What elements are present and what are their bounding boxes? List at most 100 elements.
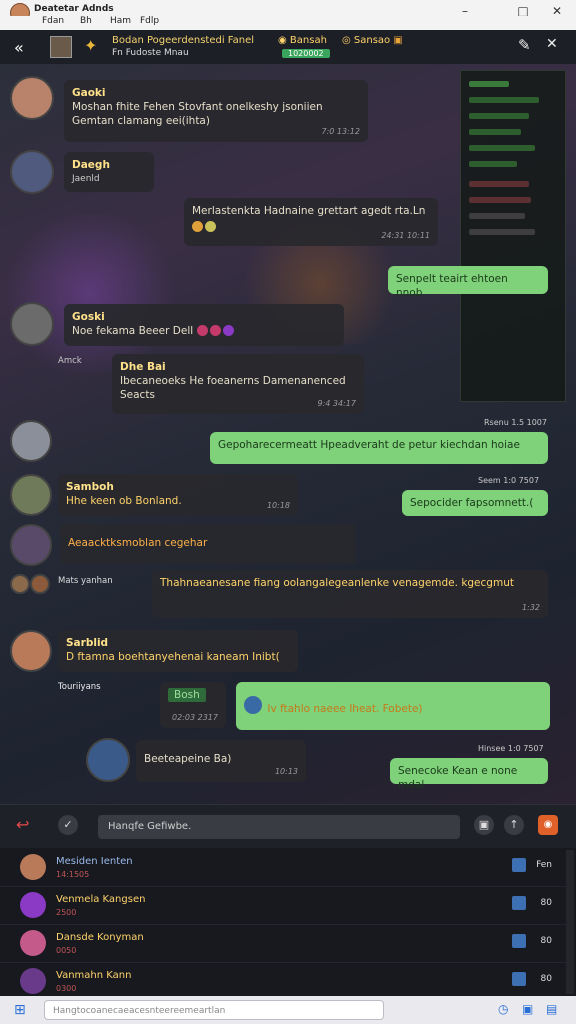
chat-messages[interactable]: Gaoki Moshan fhite Fehen Stovfant onelke… <box>0 64 576 804</box>
chat-icon[interactable]: ▣ <box>522 1002 533 1016</box>
avatar[interactable] <box>10 524 52 566</box>
sender-name: Sarblid <box>66 637 109 649</box>
conversation-count: Fen <box>536 860 552 870</box>
windows-icon[interactable]: ⊞ <box>14 1002 26 1018</box>
avatar[interactable] <box>10 302 54 346</box>
message-text-content: Noe fekama Beeer Dell <box>72 325 194 337</box>
conversation-count: 80 <box>540 974 552 984</box>
menu-item-help[interactable]: Fdlp <box>140 16 159 26</box>
sender-name: Dhe Bai <box>120 361 166 373</box>
panel-row <box>469 213 525 219</box>
chat-icon[interactable] <box>512 972 526 986</box>
message-text: Sepocider fapsomnett.( <box>410 497 534 509</box>
sender-name: Touriiyans <box>58 682 101 692</box>
sender-name: Goski <box>72 311 105 323</box>
chat-toolbar: « ✦ Bodan Pogeerdenstedi Fanel Fn Fudost… <box>0 30 576 65</box>
message-bubble[interactable]: Aeaacktksmoblan cegehar <box>60 524 356 564</box>
avatar[interactable] <box>10 574 30 594</box>
message-bubble[interactable]: Daegh Jaenld <box>64 152 154 192</box>
message-bubble[interactable]: Senecoke Kean e none mdal <box>390 758 548 791</box>
message-bubble[interactable]: Iv ftahlo naeee Iheat. Fobete) <box>236 682 550 730</box>
message-bubble[interactable]: Sarblid D ftamna boehtanyehenai kaneam I… <box>58 630 298 672</box>
settings-label-text: Sansao <box>353 35 391 46</box>
menu-item-file[interactable]: Fdan <box>42 16 64 26</box>
game-side-panel <box>460 70 566 402</box>
attach-icon[interactable]: ↩ <box>16 815 29 834</box>
menu-item-view[interactable]: Ham <box>110 16 131 26</box>
avatar <box>20 854 46 880</box>
message-time: 9:4 34:17 <box>317 399 356 408</box>
panel-row <box>469 181 529 187</box>
chat-icon[interactable] <box>512 896 526 910</box>
taskbar-search[interactable]: Hangtocoanecaeacesnteereemeartlan <box>44 1000 384 1020</box>
menu-item-edit[interactable]: Bh <box>80 16 92 26</box>
avatar[interactable] <box>10 150 54 194</box>
message-time: 7:0 13:12 <box>321 127 360 136</box>
message-time: 10:13 <box>274 767 298 776</box>
avatar[interactable] <box>10 630 52 672</box>
panel-row <box>469 113 529 119</box>
sticker-icon[interactable]: ▣ <box>474 815 494 835</box>
conversation-row[interactable]: Mesiden Ienten 14:1505 Fen <box>0 848 566 887</box>
channel-title: Bodan Pogeerdenstedi Fanel <box>112 35 255 46</box>
conversation-count: 80 <box>540 898 552 908</box>
menu-bar: Fdan Bh Ham Fdlp <box>0 16 576 30</box>
message-bubble[interactable]: Gaoki Moshan fhite Fehen Stovfant onelke… <box>64 80 368 142</box>
avatar[interactable] <box>10 76 54 120</box>
conversation-list: Mesiden Ienten 14:1505 Fen Venmela Kangs… <box>0 848 576 1001</box>
message-bubble[interactable]: Dhe Bai Ibecaneoeks He foeanerns Damenan… <box>112 354 364 414</box>
avatar[interactable] <box>10 474 52 516</box>
message-bubble[interactable]: Thahnaeanesane fiang oolangalegeanlenke … <box>152 570 548 618</box>
star-icon[interactable]: ✦ <box>84 36 97 55</box>
panel-row <box>469 97 539 103</box>
avatar <box>20 968 46 994</box>
message-text: Aeaacktksmoblan cegehar <box>68 537 208 549</box>
conversation-time: 2500 <box>56 908 77 917</box>
close-icon[interactable]: ✕ <box>546 36 558 52</box>
chat-icon[interactable] <box>512 934 526 948</box>
message-text: Hhe keen ob Bonland. <box>66 495 182 507</box>
taskbar: ⊞ Hangtocoanecaeacesnteereemeartlan ◷ ▣ … <box>0 996 576 1024</box>
window-title: Deatetar Adnds <box>34 4 114 14</box>
store-icon[interactable]: ▤ <box>546 1002 557 1016</box>
status-label-text: Bansah <box>289 35 327 46</box>
emoji-icon <box>205 221 216 232</box>
message-bubble[interactable]: Gepoharecermeatt Hpeadveraht de petur ki… <box>210 432 548 464</box>
conversation-row[interactable]: Venmela Kangsen 2500 80 <box>0 886 566 925</box>
avatar[interactable] <box>30 574 50 594</box>
send-icon[interactable]: ↑ <box>504 815 524 835</box>
message-bubble[interactable]: Bosh 02:03 2317 <box>160 682 226 728</box>
message-text: Bosh <box>168 688 206 702</box>
message-bubble[interactable]: Beeteapeine Ba) 10:13 <box>136 740 306 782</box>
message-bubble[interactable]: Samboh Hhe keen ob Bonland. 10:18 <box>58 474 298 516</box>
message-bubble[interactable]: Senpelt teairt ehtoen nnob. <box>388 266 548 299</box>
gamepad-icon[interactable]: ◉ <box>538 815 558 835</box>
emoji-icon[interactable]: ✓ <box>58 815 78 835</box>
settings-label[interactable]: ◎ Sansao ▣ <box>342 35 403 46</box>
avatar[interactable] <box>10 420 52 462</box>
panel-row <box>469 229 535 235</box>
clock-icon[interactable]: ◷ <box>498 1002 508 1016</box>
conversation-time: 0050 <box>56 946 77 955</box>
avatar <box>20 930 46 956</box>
message-text: D ftamna boehtanyehenai kaneam Inibt( <box>66 651 280 663</box>
conversation-name: Dansde Konyman <box>56 932 144 943</box>
avatar-icon <box>244 696 262 714</box>
message-input[interactable]: Hanqfe Gefiwbe. <box>98 815 460 839</box>
conversation-name: Vanmahn Kann <box>56 970 132 981</box>
message-bubble[interactable]: Goski Noe fekama Beeer Dell <box>64 304 344 346</box>
avatar[interactable] <box>86 738 130 782</box>
conversation-name: Mesiden Ienten <box>56 856 133 867</box>
emoji-icon <box>192 221 203 232</box>
back-icon[interactable]: « <box>14 38 24 57</box>
message-text: Gepoharecermeatt Hpeadveraht de petur ki… <box>218 439 520 451</box>
chat-icon[interactable] <box>512 858 526 872</box>
message-time: 1:32 <box>522 603 540 612</box>
list-scrollbar[interactable] <box>566 850 574 994</box>
message-bubble[interactable]: Merlastenkta Hadnaine grettart agedt rta… <box>184 198 438 246</box>
pin-icon[interactable]: ✎ <box>518 36 531 54</box>
message-time: 10:18 <box>266 501 290 510</box>
panel-row <box>469 145 535 151</box>
conversation-row[interactable]: Dansde Konyman 0050 80 <box>0 924 566 963</box>
message-bubble[interactable]: Sepocider fapsomnett.( <box>402 490 548 516</box>
